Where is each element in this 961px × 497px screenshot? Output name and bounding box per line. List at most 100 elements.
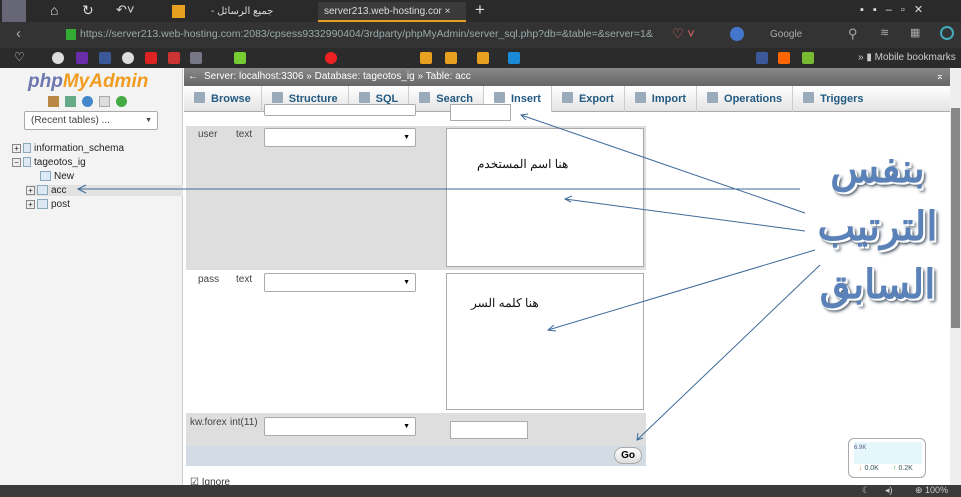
go-button[interactable]: Go [614, 447, 642, 464]
scrollbar[interactable] [950, 68, 961, 485]
export-icon [561, 92, 573, 103]
wifi-icon[interactable]: ≋ [880, 26, 889, 39]
help-icon[interactable] [82, 96, 93, 107]
tab-browse[interactable]: Browse [184, 86, 262, 112]
bookmark-kw-icon[interactable] [190, 52, 202, 64]
browser-menu-icon[interactable] [940, 26, 954, 40]
bookmark-folder-icon[interactable] [420, 52, 432, 64]
wrench-icon [707, 92, 719, 103]
bookmarks-folder-mobile[interactable]: » ▮ Mobile bookmarks [858, 52, 956, 63]
bookmark-google-icon[interactable] [122, 52, 134, 64]
bookmark-facebook-icon[interactable] [99, 52, 111, 64]
volume-icon[interactable]: ◂) [885, 485, 893, 496]
profile-avatar[interactable] [2, 0, 26, 22]
download-rate: ↓ 0.0K [859, 465, 879, 472]
extensions-icon[interactable]: ▦ [910, 26, 920, 39]
tab-label: Insert [510, 93, 541, 105]
bookmarks-bar: ♡ » ▮ Mobile bookmarks [0, 48, 961, 68]
bookmark-yahoo-icon[interactable] [76, 52, 88, 64]
recent-tables-select[interactable]: (Recent tables) ... ▼ [24, 111, 158, 130]
database-icon [23, 157, 31, 168]
heart-icon[interactable]: ♡ ˅ [672, 26, 695, 42]
undo-icon[interactable]: ↶˅ [116, 2, 134, 18]
url-input[interactable]: https://server213.web-hosting.com:2083/c… [80, 28, 665, 40]
bookmark-download-icon[interactable] [234, 52, 246, 64]
breadcrumb-database[interactable]: Database: tageotos_ig [315, 71, 415, 82]
tree-label: New [54, 171, 75, 182]
expand-toggle[interactable]: + [26, 186, 35, 195]
function-select[interactable]: ▼ [264, 128, 416, 147]
function-select[interactable] [264, 104, 416, 116]
collapse-toggle[interactable]: − [12, 158, 21, 167]
new-tab-button[interactable]: + [475, 0, 485, 20]
value-input[interactable] [450, 104, 511, 121]
reload-icon[interactable] [116, 96, 127, 107]
import-icon [634, 92, 646, 103]
search-icon [419, 92, 431, 103]
table-icon [37, 185, 48, 196]
reload-icon[interactable]: ↻ [82, 2, 94, 19]
pass-value-textarea[interactable]: هنا كلمه السر [446, 273, 644, 410]
scrollbar-thumb[interactable] [951, 108, 960, 328]
collapse-sidebar-icon[interactable]: ← [188, 68, 198, 86]
zoom-indicator[interactable]: ⊕ 100% [915, 485, 948, 496]
tree-label: tageotos_ig [34, 157, 86, 168]
night-mode-icon[interactable]: ☾ [862, 485, 870, 496]
tab-label: Triggers [820, 93, 864, 105]
search-engine-icon[interactable] [730, 27, 744, 41]
home-icon[interactable] [48, 96, 59, 107]
favorites-icon[interactable]: ♡ [14, 50, 25, 64]
home-icon[interactable]: ⌂ [50, 2, 58, 18]
docs-icon[interactable] [99, 96, 110, 107]
network-widget[interactable]: 6.9K ↓ 0.0K ↑ 0.2K [848, 438, 926, 478]
phpmyadmin-logo[interactable]: phpMyAdmin [28, 71, 148, 93]
bookmark-vodafone-icon[interactable] [325, 52, 337, 64]
breadcrumb: ← Server: localhost:3306 » Database: tag… [184, 68, 950, 86]
bookmark-folder-icon[interactable] [477, 52, 489, 64]
tab-messages[interactable]: جميع الرسائل - خصسات × [205, 2, 315, 37]
insert-icon [493, 92, 505, 103]
bookmark-bing-icon[interactable] [508, 52, 520, 64]
tree-item-acc[interactable]: + acc [26, 185, 183, 196]
annotation-line: الترتيب [817, 203, 938, 250]
search-icon[interactable]: ⚲ [848, 26, 858, 42]
graph-scale: 6.9K [854, 445, 867, 451]
tab-server[interactable]: server213.web-hosting.cor × [318, 2, 466, 22]
annotation-text: هنا كلمه السر [471, 296, 539, 310]
kw-forex-value-input[interactable] [450, 421, 528, 439]
scroll-top-icon[interactable]: ⌅ [936, 68, 944, 86]
window-controls[interactable]: ▪▪–▫✕ [860, 3, 932, 16]
back-icon[interactable]: ‹ [16, 25, 21, 42]
tree-item-information-schema[interactable]: + information_schema [12, 143, 124, 154]
user-value-textarea[interactable]: هنا اسم المستخدم [446, 128, 644, 267]
tree-item-post[interactable]: + post [26, 199, 70, 210]
tab-operations[interactable]: Operations [697, 86, 794, 112]
search-engine-label[interactable]: Google [770, 29, 802, 40]
bookmark-youtube-icon[interactable] [145, 52, 157, 64]
logout-icon[interactable] [65, 96, 76, 107]
tab-import[interactable]: Import [625, 86, 698, 112]
bookmark-chat-icon[interactable] [802, 52, 814, 64]
tab-triggers[interactable]: Triggers [793, 86, 873, 112]
bookmark-facebook-icon[interactable] [756, 52, 768, 64]
zoom-value: 100% [925, 485, 949, 495]
expand-toggle[interactable]: + [12, 144, 21, 153]
bookmark-folder-icon[interactable] [445, 52, 457, 64]
table-icon [37, 199, 48, 210]
triggers-icon [803, 92, 815, 103]
tree-item-new[interactable]: New [40, 171, 74, 182]
breadcrumb-server[interactable]: Server: localhost:3306 [204, 71, 304, 82]
function-select[interactable]: ▼ [264, 417, 416, 436]
upload-rate: ↑ 0.2K [893, 465, 913, 472]
tree-item-tageotos-ig[interactable]: − tageotos_ig [12, 157, 86, 168]
tab-export[interactable]: Export [552, 86, 625, 112]
expand-toggle[interactable]: + [26, 200, 35, 209]
bookmark-google-icon[interactable] [52, 52, 64, 64]
lock-icon [66, 29, 76, 40]
breadcrumb-table[interactable]: Table: acc [426, 71, 471, 82]
bookmark-mail-icon[interactable] [168, 52, 180, 64]
bookmark-soundcloud-icon[interactable] [778, 52, 790, 64]
function-select[interactable]: ▼ [264, 273, 416, 292]
traffic-graph: 6.9K [854, 442, 922, 464]
tab-label: server213.web-hosting.cor [324, 6, 442, 17]
